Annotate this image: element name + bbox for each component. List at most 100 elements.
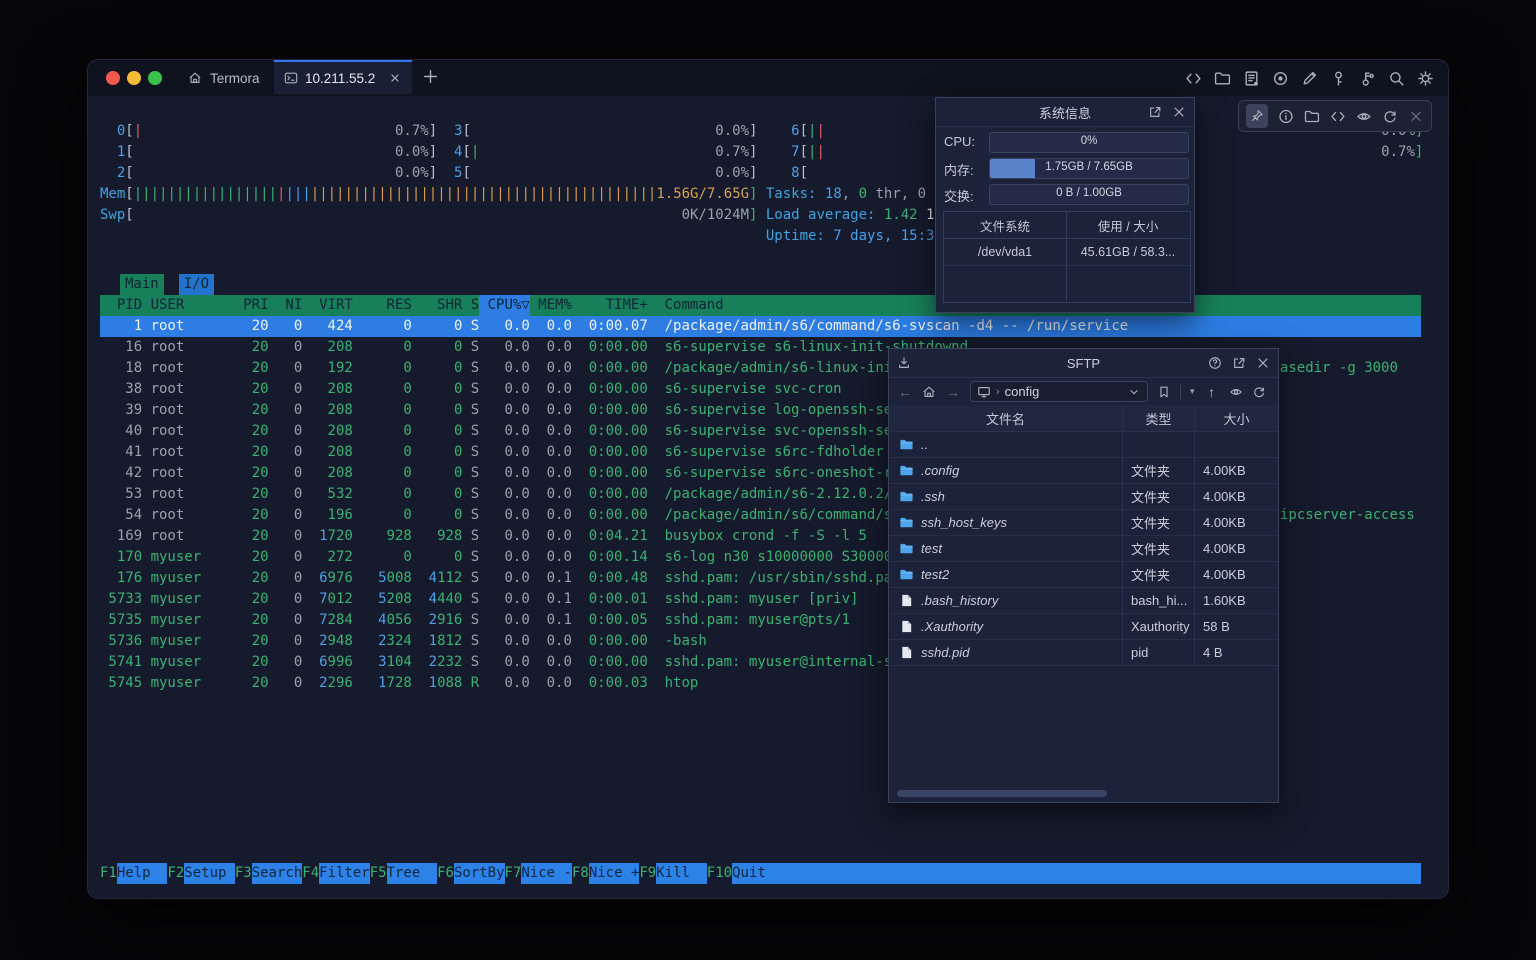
- show-hidden-eye-icon[interactable]: [1229, 385, 1243, 399]
- gpu-eye-icon[interactable]: [1356, 108, 1372, 125]
- file-row[interactable]: .XauthorityXauthority58 B: [889, 614, 1278, 640]
- refresh-icon[interactable]: [1252, 385, 1266, 399]
- bookmark-icon[interactable]: [1157, 385, 1171, 399]
- file-row[interactable]: ssh_host_keys文件夹4.00KB: [889, 510, 1278, 536]
- open-in-window-icon[interactable]: [1232, 356, 1246, 370]
- col-res[interactable]: RES: [353, 295, 412, 316]
- new-tab-button[interactable]: [422, 68, 439, 85]
- file-row[interactable]: ..: [889, 432, 1278, 458]
- toolbar-divider: [1180, 385, 1181, 399]
- file-row[interactable]: test2文件夹4.00KB: [889, 562, 1278, 588]
- forward-icon[interactable]: →: [945, 384, 961, 400]
- download-icon[interactable]: [897, 356, 911, 370]
- close-window-button[interactable]: [106, 71, 120, 85]
- code-icon[interactable]: [1330, 108, 1346, 125]
- session-tab-label: 10.211.55.2: [305, 71, 375, 86]
- upload-icon[interactable]: ↑: [1204, 384, 1220, 400]
- sync-icon[interactable]: [1382, 108, 1398, 125]
- settings-gear-icon[interactable]: [1417, 70, 1434, 87]
- file-row[interactable]: .ssh文件夹4.00KB: [889, 484, 1278, 510]
- folder-icon[interactable]: [1304, 108, 1320, 125]
- sftp-panel: SFTP ← → › config ▾ ↑: [888, 348, 1279, 803]
- fkey-setup[interactable]: F2Setup: [167, 863, 234, 884]
- col-filesize[interactable]: 大小: [1195, 405, 1278, 431]
- scrollbar-thumb[interactable]: [897, 790, 1107, 797]
- col-filetype[interactable]: 类型: [1123, 405, 1195, 431]
- info-icon[interactable]: [1278, 108, 1294, 125]
- system-info-panel: 系统信息 CPU: 0% 内存: 1.75GB / 7.65GB 交换: 0 B…: [935, 97, 1195, 313]
- htop-screen-tabs: Main I/O: [100, 274, 1421, 295]
- keychain-icon[interactable]: [1359, 70, 1376, 87]
- file-row[interactable]: test文件夹4.00KB: [889, 536, 1278, 562]
- close-panel-icon[interactable]: [1172, 105, 1186, 119]
- terminal-icon: [284, 71, 298, 85]
- log-icon[interactable]: [1243, 70, 1260, 87]
- fkey-filter[interactable]: F4Filter: [302, 863, 369, 884]
- close-panel-icon[interactable]: [1256, 356, 1270, 370]
- fkey-search[interactable]: F3Search: [235, 863, 302, 884]
- open-in-window-icon[interactable]: [1148, 105, 1162, 119]
- back-icon[interactable]: ←: [897, 384, 913, 400]
- col-ni[interactable]: NI: [269, 295, 303, 316]
- close-toolbar-icon[interactable]: [1408, 108, 1424, 125]
- floating-toolbar: [1238, 100, 1432, 132]
- filesystem-row[interactable]: /dev/vda1 45.61GB / 58.3...: [944, 239, 1190, 266]
- file-row[interactable]: .bash_historybash_hi...1.60KB: [889, 588, 1278, 614]
- col-virt[interactable]: VIRT: [302, 295, 353, 316]
- col-filesystem[interactable]: 文件系统: [944, 216, 1066, 235]
- col-pri[interactable]: PRI: [235, 295, 269, 316]
- tab-session[interactable]: 10.211.55.2: [274, 60, 412, 94]
- col-cpu-sorted[interactable]: CPU%▽: [479, 295, 530, 316]
- titlebar-actions: [1185, 60, 1434, 96]
- bookmark-dropdown-caret[interactable]: ▾: [1190, 386, 1195, 397]
- close-tab-icon[interactable]: [388, 71, 402, 85]
- htop-tab-io[interactable]: I/O: [179, 274, 214, 295]
- help-icon[interactable]: [1208, 356, 1222, 370]
- tab-termora-home[interactable]: Termora: [188, 60, 260, 96]
- file-row[interactable]: .config文件夹4.00KB: [889, 458, 1278, 484]
- chevron-down-icon[interactable]: [1127, 385, 1141, 399]
- fkey-nice-minus[interactable]: F7Nice -: [505, 863, 572, 884]
- memory-label: 内存:: [944, 160, 974, 179]
- fkey-help[interactable]: F1Help: [100, 863, 167, 884]
- folder-icon: [899, 515, 914, 530]
- folder-icon[interactable]: [1214, 70, 1231, 87]
- col-user[interactable]: USER: [151, 295, 235, 316]
- cpu-usage-row: CPU: 0%: [944, 132, 1189, 152]
- pin-icon: [1250, 109, 1264, 123]
- system-info-title: 系统信息: [936, 98, 1194, 127]
- col-filename[interactable]: 文件名: [889, 405, 1123, 431]
- process-row[interactable]: 1root20042400S0.00.00:00.07/package/admi…: [100, 316, 1421, 337]
- fkey-tree[interactable]: F5Tree: [370, 863, 437, 884]
- htop-tab-main[interactable]: Main: [120, 274, 164, 295]
- folder-icon: [899, 541, 914, 556]
- col-usage-size[interactable]: 使用 / 大小: [1066, 216, 1190, 235]
- search-icon[interactable]: [1388, 70, 1405, 87]
- horizontal-scrollbar[interactable]: [893, 790, 1274, 798]
- cpu-meter-row-1: 0[|0.7%]3[0.0%]6[||0.0%]: [100, 121, 1421, 142]
- fkey-quit[interactable]: F10Quit: [707, 863, 1421, 884]
- computer-icon: [977, 385, 991, 399]
- col-time[interactable]: TIME+: [572, 295, 648, 316]
- pin-button[interactable]: [1246, 104, 1268, 128]
- key-icon[interactable]: [1330, 70, 1347, 87]
- code-icon[interactable]: [1185, 70, 1202, 87]
- fkey-nice-plus[interactable]: F8Nice +: [572, 863, 639, 884]
- minimize-window-button[interactable]: [127, 71, 141, 85]
- fkey-kill[interactable]: F9Kill: [639, 863, 706, 884]
- edit-icon[interactable]: [1301, 70, 1318, 87]
- htop-fkey-bar: F1Help F2Setup F3Search F4Filter F5Tree …: [96, 863, 1421, 884]
- file-row[interactable]: sshd.pidpid4 B: [889, 640, 1278, 666]
- fkey-sortby[interactable]: F6SortBy: [437, 863, 504, 884]
- app-window: Termora 10.211.55.2 0[|0.7%]3[0.0%]6[||0…: [88, 60, 1448, 898]
- swap-meter-row: Swp[0K/1024M]Load average: 1.42 1.40 1.3…: [100, 205, 1421, 226]
- col-mem[interactable]: MEM%: [530, 295, 572, 316]
- path-breadcrumb[interactable]: › config: [970, 381, 1148, 402]
- col-shr[interactable]: SHR: [412, 295, 463, 316]
- col-pid[interactable]: PID: [100, 295, 142, 316]
- record-icon[interactable]: [1272, 70, 1289, 87]
- col-state[interactable]: S: [462, 295, 479, 316]
- htop-header: 0[|0.7%]3[0.0%]6[||0.0%] 1[0.0%]4[|0.7%]…: [96, 121, 1421, 247]
- zoom-window-button[interactable]: [148, 71, 162, 85]
- home-icon[interactable]: [922, 385, 936, 399]
